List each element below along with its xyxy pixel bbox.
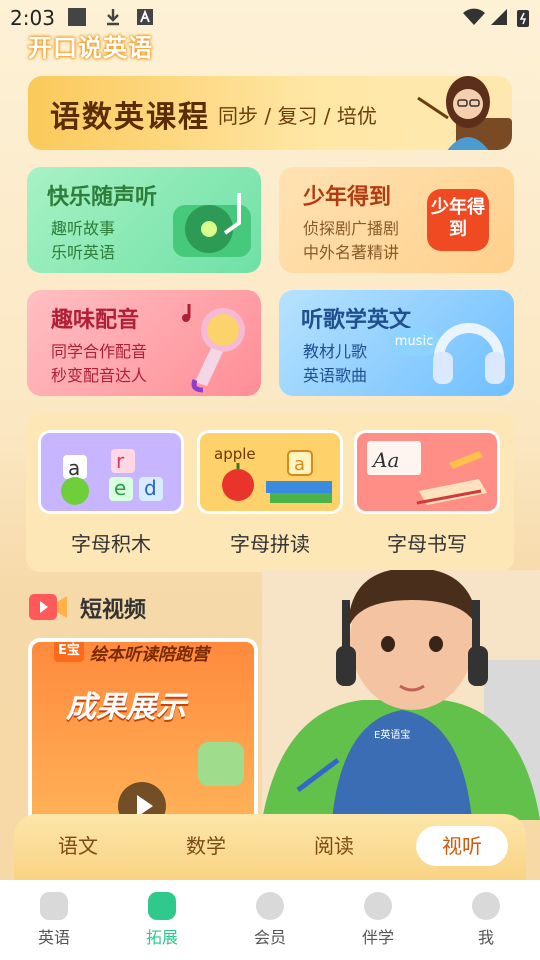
tab-math[interactable]: 数学 xyxy=(160,826,252,866)
banner-title: 语数英课程 xyxy=(50,100,210,135)
card-title: 快乐随声听 xyxy=(47,185,158,210)
microphone-icon xyxy=(182,304,245,393)
nav-english[interactable]: 英语 xyxy=(14,892,94,948)
youth-badge-icon: 少年得到 xyxy=(427,189,489,251)
apple-books-icon: apple a xyxy=(214,445,332,503)
card-line: 侦探剧广播剧 xyxy=(303,219,400,238)
nav-label: 我 xyxy=(477,928,494,947)
profile-face-icon xyxy=(472,892,500,920)
tab-reading[interactable]: 阅读 xyxy=(288,826,380,866)
card-line: 同学合作配音 xyxy=(51,342,148,361)
deco-word: apple xyxy=(214,445,256,463)
banner-subtitle: 同步 / 复习 / 培优 xyxy=(218,104,377,128)
letter-blocks-icon: a r e d xyxy=(61,449,163,505)
video-camera-icon xyxy=(29,594,67,620)
companion-icon xyxy=(364,892,392,920)
headphones-icon xyxy=(433,323,505,384)
card-dubbing[interactable]: 趣味配音 同学合作配音 秒变配音达人 xyxy=(27,290,261,396)
teacher-illustration xyxy=(417,76,512,150)
nav-label: 英语 xyxy=(37,928,70,947)
crown-icon xyxy=(256,892,284,920)
notebook-pencil-icon: Aa xyxy=(367,441,487,505)
tile-label: 字母书写 xyxy=(387,532,467,556)
thumb-tag: E宝 xyxy=(54,642,84,662)
record-player-icon xyxy=(173,193,251,257)
card-line: 秒变配音达人 xyxy=(51,366,148,385)
short-video-title: 短视频 xyxy=(80,598,147,623)
thumb-line2: 成果展示 xyxy=(66,690,186,725)
english-e-icon xyxy=(40,892,68,920)
deco-letter: d xyxy=(144,476,157,500)
nav-label: 会员 xyxy=(253,928,286,947)
card-line: 乐听英语 xyxy=(51,243,116,262)
shirt-text: E英语宝 xyxy=(374,728,410,741)
status-time: 2:03 xyxy=(10,6,55,30)
video-thumbnail[interactable]: E宝 绘本听读陪跑营 成果展示 xyxy=(28,638,258,838)
nav-me[interactable]: 我 xyxy=(446,892,526,948)
thumb-line1: 绘本听读陪跑营 xyxy=(90,645,209,665)
notification-square-icon xyxy=(68,8,86,26)
card-title: 趣味配音 xyxy=(51,308,140,333)
card-line: 英语歌曲 xyxy=(303,366,368,385)
download-icon xyxy=(104,8,122,26)
card-songs[interactable]: 听歌学英文 教材儿歌 英语歌曲 music xyxy=(279,290,514,396)
tile-label: 字母拼读 xyxy=(230,532,310,556)
tab-audiovisual[interactable]: 视听 xyxy=(416,826,508,866)
battery-icon xyxy=(516,8,530,27)
deco-letter: r xyxy=(116,449,125,473)
tile-letter-writing[interactable]: Aa xyxy=(354,430,500,514)
app-logo: 开口说英语 xyxy=(28,34,153,62)
card-title: 少年得到 xyxy=(303,185,392,210)
tile-letter-blocks[interactable]: a r e d xyxy=(38,430,184,514)
card-happy-listen[interactable]: 快乐随声听 趣听故事 乐听英语 xyxy=(27,167,261,273)
deco-letter: a xyxy=(294,454,305,475)
deco-letters: Aa xyxy=(371,448,399,472)
deco-letter: a xyxy=(68,456,80,480)
card-line: 教材儿歌 xyxy=(303,342,368,361)
signal-icon xyxy=(490,8,508,26)
tab-chinese[interactable]: 语文 xyxy=(32,826,124,866)
boy-studying-illustration: E英语宝 xyxy=(262,570,540,820)
card-youth-dedao[interactable]: 少年得到 侦探剧广播剧 中外名著精讲 少年得到 xyxy=(279,167,514,273)
nav-member[interactable]: 会员 xyxy=(230,892,310,948)
star-card-icon xyxy=(148,892,176,920)
tile-letter-phonics[interactable]: apple a xyxy=(197,430,343,514)
deco-letter: e xyxy=(114,476,126,500)
course-banner[interactable]: 语数英课程 同步 / 复习 / 培优 xyxy=(28,76,512,150)
nav-label: 拓展 xyxy=(145,928,178,947)
nav-expand[interactable]: 拓展 xyxy=(122,892,202,948)
card-line: 中外名著精讲 xyxy=(303,243,400,262)
nav-study-companion[interactable]: 伴学 xyxy=(338,892,418,948)
card-line: 趣听故事 xyxy=(51,219,116,238)
nav-label: 伴学 xyxy=(361,928,394,947)
a-box-icon xyxy=(136,8,154,26)
thumb-deco xyxy=(198,742,244,786)
tile-label: 字母积木 xyxy=(71,532,151,556)
wifi-icon xyxy=(462,8,486,26)
